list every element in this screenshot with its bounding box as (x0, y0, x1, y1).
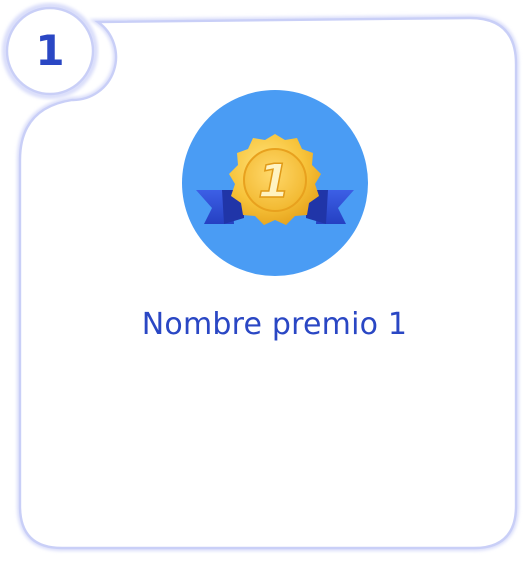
medal-number: 1 (258, 154, 290, 208)
award-name: Nombre premio 1 (141, 307, 408, 342)
gold-medal-with-ribbon-icon: 1 (182, 90, 368, 276)
rank-number-badge: 1 (35, 26, 65, 75)
